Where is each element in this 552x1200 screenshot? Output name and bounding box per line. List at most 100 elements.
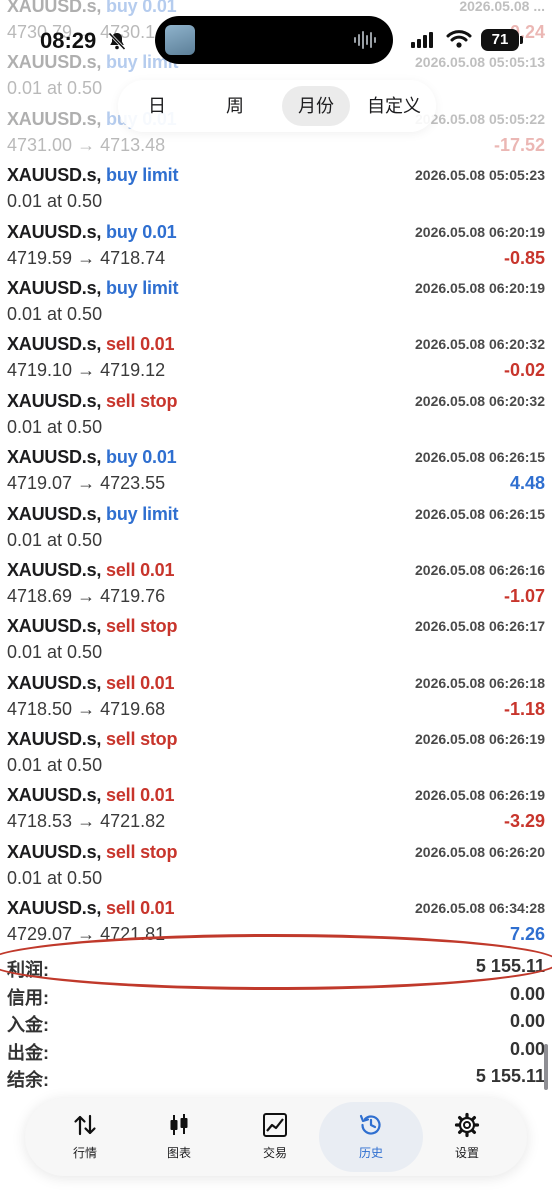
cellular-signal-icon <box>411 32 433 48</box>
summary-row: 出金: 0.00 <box>0 1037 552 1065</box>
trade-profit: -0.02 <box>503 360 545 381</box>
scrollbar[interactable] <box>544 1044 548 1090</box>
tab-day[interactable]: 日 <box>132 86 182 126</box>
trade-time: 2026.05.08 06:20:32 <box>415 336 545 353</box>
nav-history[interactable]: 历史 <box>319 1102 423 1172</box>
trade-time: 2026.05.08 06:26:16 <box>415 561 545 578</box>
trade-action: buy limit <box>106 277 179 298</box>
trade-title: XAUUSD.s, buy limit <box>7 278 178 299</box>
trade-row[interactable]: XAUUSD.s, buy 0.01 2026.05.08 06:26:15 471… <box>0 441 552 497</box>
trade-symbol: XAUUSD.s, <box>7 672 102 693</box>
trade-row[interactable]: XAUUSD.s, sell 0.01 2026.05.08 06:20:32 47… <box>0 328 552 384</box>
trade-action: buy limit <box>106 165 179 186</box>
trade-chart-icon <box>263 1113 287 1137</box>
trade-price: 0.01 at 0.50 <box>7 416 103 437</box>
trade-row[interactable]: XAUUSD.s, buy 0.01 2026.05.08 06:20:19 471… <box>0 216 552 272</box>
trade-title: XAUUSD.s, sell 0.01 <box>7 898 175 919</box>
now-playing-artwork <box>165 25 195 55</box>
trade-row[interactable]: XAUUSD.s, buy limit 2026.05.08 06:26:15 0.… <box>0 498 552 554</box>
nav-charts-label: 图表 <box>166 1146 191 1160</box>
trade-title: XAUUSD.s, sell stop <box>7 842 177 863</box>
trade-symbol: XAUUSD.s, <box>7 785 102 806</box>
trade-row[interactable]: XAUUSD.s, sell 0.01 2026.05.08 06:26:19 47… <box>0 779 552 835</box>
trade-price: 0.01 at 0.50 <box>7 191 103 212</box>
trade-action: sell 0.01 <box>106 898 175 919</box>
tab-month[interactable]: 月份 <box>282 86 350 126</box>
bell-off-icon <box>108 32 126 51</box>
trade-title: XAUUSD.s, buy 0.01 <box>7 221 177 243</box>
trade-row[interactable]: XAUUSD.s, sell 0.01 2026.05.08 06:26:18 47… <box>0 667 552 723</box>
trade-action: sell 0.01 <box>106 559 175 580</box>
trade-title: XAUUSD.s, buy limit <box>7 504 178 525</box>
trade-price: 4719.59 → 4718.74 <box>7 247 166 268</box>
audio-waveform-icon <box>354 31 376 49</box>
trade-price: 4719.10 → 4719.12 <box>7 360 166 381</box>
trade-time: 2026.05.08 06:20:19 <box>415 223 545 240</box>
status-bar: 08:29 71 <box>0 0 552 80</box>
trade-price: 4719.07 → 4723.55 <box>7 473 166 494</box>
history-clock-icon <box>359 1114 381 1135</box>
trade-symbol: XAUUSD.s, <box>7 559 102 580</box>
trade-row[interactable]: XAUUSD.s, sell 0.01 2026.05.08 06:26:16 47… <box>0 554 552 610</box>
summary-value: 0.00 <box>509 1038 545 1059</box>
trade-time: 2026.05.08 06:26:19 <box>415 731 545 748</box>
nav-charts[interactable]: 图表 <box>131 1102 227 1172</box>
summary-label: 入金: <box>7 1015 49 1035</box>
nav-trade[interactable]: 交易 <box>227 1102 323 1172</box>
trade-row[interactable]: XAUUSD.s, sell stop 2026.05.08 06:20:32 0.… <box>0 385 552 441</box>
trade-price: 0.01 at 0.50 <box>7 303 103 324</box>
trade-row[interactable]: XAUUSD.s, sell stop 2026.05.08 06:26:20 0.… <box>0 836 552 892</box>
trade-symbol: XAUUSD.s, <box>7 898 102 919</box>
trade-action: buy 0.01 <box>106 447 177 468</box>
trade-time: 2026.05.08 06:26:18 <box>415 674 545 691</box>
summary-label: 结余: <box>7 1070 49 1090</box>
trade-action: sell 0.01 <box>106 672 175 693</box>
trade-symbol: XAUUSD.s, <box>7 447 102 468</box>
trade-price: 4718.50 → 4719.68 <box>7 698 166 719</box>
trade-price: 4718.53 → 4721.82 <box>7 811 166 832</box>
trade-row[interactable]: XAUUSD.s, buy limit 2026.05.08 06:20:19 0.… <box>0 272 552 328</box>
status-time: 08:29 <box>40 28 97 53</box>
tab-week[interactable]: 周 <box>210 86 260 126</box>
nav-quotes-label: 行情 <box>72 1146 97 1160</box>
trade-price: 4731.00 → 4713.48 <box>7 134 166 155</box>
trade-profit: 7.26 <box>509 924 545 945</box>
trade-symbol: XAUUSD.s, <box>7 277 102 298</box>
tab-custom[interactable]: 自定义 <box>358 86 430 126</box>
bottom-navigation: 行情 图表 交易 历史 设置 <box>25 1098 527 1176</box>
dynamic-island[interactable] <box>155 16 393 64</box>
profit-highlight-circle <box>0 934 552 990</box>
trade-title: XAUUSD.s, sell stop <box>7 616 177 637</box>
trade-action: buy 0.01 <box>106 221 177 242</box>
trade-price: 0.01 at 0.50 <box>7 755 103 776</box>
trade-history-list[interactable]: XAUUSD.s, buy 0.01 2026.05.08 ... 4730.79 … <box>0 0 552 949</box>
trade-symbol: XAUUSD.s, <box>7 165 102 186</box>
trade-price: 0.01 at 0.50 <box>7 867 103 888</box>
nav-settings-label: 设置 <box>454 1146 479 1160</box>
trade-price: 0.01 at 0.50 <box>7 78 103 99</box>
trade-time: 2026.05.08 06:26:17 <box>415 618 545 635</box>
trade-price: 4718.69 → 4719.76 <box>7 585 166 606</box>
trade-title: XAUUSD.s, sell 0.01 <box>7 785 175 806</box>
trade-symbol: XAUUSD.s, <box>7 334 102 355</box>
nav-history-label: 历史 <box>358 1146 383 1160</box>
summary-value: 5 155.11 <box>475 1066 545 1086</box>
gear-icon <box>454 1112 480 1138</box>
trade-time: 2026.05.08 05:05:23 <box>415 167 545 184</box>
summary-label: 出金: <box>7 1042 49 1063</box>
nav-settings[interactable]: 设置 <box>419 1102 515 1172</box>
trade-row[interactable]: XAUUSD.s, sell stop 2026.05.08 06:26:19 0.… <box>0 723 552 779</box>
trade-profit: -17.52 <box>493 134 545 155</box>
trade-title: XAUUSD.s, sell 0.01 <box>7 334 175 355</box>
trade-time: 2026.05.08 06:26:20 <box>415 843 545 860</box>
trade-price: 0.01 at 0.50 <box>7 642 103 663</box>
trade-symbol: XAUUSD.s, <box>7 616 102 637</box>
summary-row: 结余: 5 155.11 <box>0 1064 552 1092</box>
summary-label: 信用: <box>7 987 49 1008</box>
trade-title: XAUUSD.s, sell stop <box>7 391 177 412</box>
trade-profit: -0.85 <box>503 247 545 268</box>
nav-quotes[interactable]: 行情 <box>37 1102 133 1172</box>
trade-symbol: XAUUSD.s, <box>7 108 102 129</box>
trade-row[interactable]: XAUUSD.s, sell stop 2026.05.08 06:26:17 0.… <box>0 610 552 666</box>
trade-row[interactable]: XAUUSD.s, buy limit 2026.05.08 05:05:23 0.… <box>0 159 552 215</box>
